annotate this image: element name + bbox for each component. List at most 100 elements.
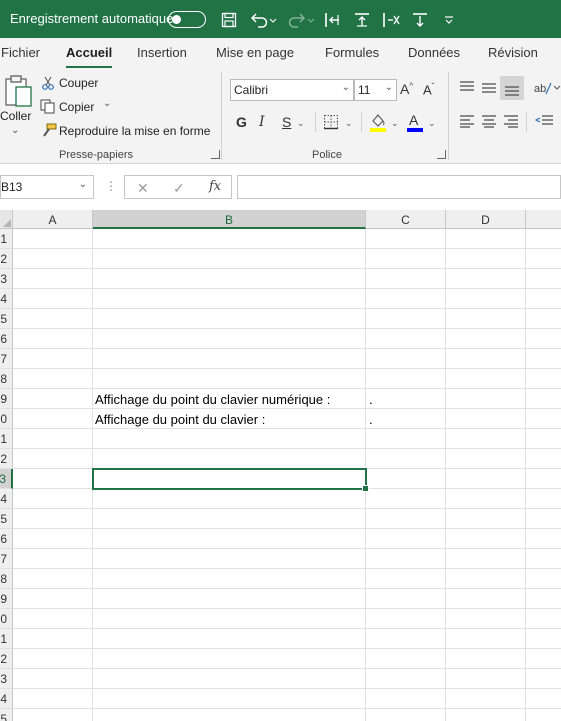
fill-color-icon[interactable] [369,112,387,135]
paste-button[interactable]: Coller [0,109,31,123]
insert-function-icon[interactable]: fx [209,179,221,194]
decrease-indent-icon[interactable] [534,114,553,131]
underline-button[interactable]: S [282,114,291,130]
row-header-label: 1 [0,432,7,446]
tab-fichier[interactable]: Fichier [1,45,40,60]
copy-dropdown-chevron-icon[interactable]: ⌄ [103,98,111,109]
align-left-icon[interactable] [459,114,475,131]
resize-handle-icon[interactable]: ⋮ [105,179,117,193]
cut-button[interactable]: Couper [59,76,98,90]
font-color-icon[interactable]: A [406,112,424,135]
row-header[interactable]: 9 [0,389,13,409]
column-header-c[interactable]: C [366,210,446,229]
undo-icon[interactable] [248,9,278,31]
borders-dropdown-icon[interactable]: ⌄ [345,118,353,129]
fill-color-dropdown-icon[interactable]: ⌄ [391,118,399,129]
tab-insertion[interactable]: Insertion [137,45,187,60]
format-painter-button[interactable]: Reproduire la mise en forme [59,124,210,138]
row-header[interactable]: 4 [0,489,13,509]
cell-c10[interactable]: . [366,409,373,429]
cell-b9[interactable]: Affichage du point du clavier numérique … [92,389,330,409]
svg-text:ab: ab [534,83,546,95]
align-bottom-icon[interactable] [500,76,524,100]
border-left-icon[interactable] [322,9,344,31]
row-header[interactable]: 2 [0,449,13,469]
active-cell-b13[interactable] [92,468,369,492]
row-header[interactable]: 7 [0,349,13,369]
row-header[interactable]: 0 [0,609,13,629]
row-header-label: 8 [0,372,7,386]
copy-button[interactable]: Copier [59,100,94,114]
border-insert-icon[interactable] [351,9,373,31]
row-header[interactable]: 5 [0,309,13,329]
tab-donnees[interactable]: Données [408,45,460,60]
row-header[interactable]: 2 [0,249,13,269]
border-top-icon[interactable] [409,9,431,31]
autosave-toggle[interactable] [168,11,206,28]
clipboard-group-label: Presse-papiers [59,149,133,161]
cancel-icon[interactable]: ✕ [137,180,149,197]
tab-accueil[interactable]: Accueil [66,45,113,69]
row-header-label: 2 [0,252,7,266]
row-header[interactable]: 1 [0,229,13,249]
font-launcher-icon[interactable] [437,150,446,159]
row-header[interactable]: 6 [0,529,13,549]
row-header[interactable]: 4 [0,689,13,709]
customize-quick-access-icon[interactable] [442,9,456,31]
align-center-icon[interactable] [481,114,497,131]
row-header[interactable]: 0 [0,409,13,429]
font-size-value: 11 [358,83,371,97]
shrink-font-icon[interactable]: Aˇ [423,82,434,97]
row-header[interactable]: 3 [0,669,13,689]
save-icon[interactable] [219,9,239,31]
format-painter-icon [41,123,57,141]
formula-input[interactable] [237,175,561,199]
row-header[interactable]: 1 [0,629,13,649]
italic-button[interactable]: I [259,114,265,130]
row-header[interactable]: 9 [0,589,13,609]
underline-dropdown-icon[interactable]: ⌄ [297,118,305,129]
border-delete-icon[interactable] [380,9,402,31]
align-right-icon[interactable] [503,114,519,131]
borders-icon[interactable] [323,114,339,133]
clipboard-launcher-icon[interactable] [211,150,220,159]
font-color-dropdown-icon[interactable]: ⌄ [428,118,436,129]
font-size-select[interactable]: 11 ⌄ [354,79,397,101]
paste-icon[interactable] [3,74,33,108]
column-header-b[interactable]: B [93,210,366,229]
column-header-a[interactable]: A [13,210,93,229]
row-header[interactable]: 2 [0,649,13,669]
title-bar: Enregistrement automatique [0,0,561,38]
cell-c9[interactable]: . [366,389,373,409]
select-all-corner[interactable] [0,210,13,229]
column-header-d[interactable]: D [446,210,526,229]
row-header[interactable]: 1 [0,429,13,449]
redo-icon[interactable] [286,9,316,31]
tab-formules[interactable]: Formules [325,45,379,60]
font-name-select[interactable]: Calibri ⌄ [230,79,354,101]
tab-mise-en-page[interactable]: Mise en page [216,45,294,60]
row-header[interactable]: 8 [0,569,13,589]
row-header[interactable]: 7 [0,549,13,569]
row-header[interactable]: 6 [0,329,13,349]
row-header[interactable]: 5 [0,509,13,529]
align-middle-icon[interactable] [481,80,497,97]
enter-icon[interactable]: ✓ [173,180,185,197]
column-header-e[interactable] [526,210,561,229]
cell-b10[interactable]: Affichage du point du clavier : [92,409,265,429]
row-header[interactable]: 4 [0,289,13,309]
row-header[interactable]: 3 [0,269,13,289]
orientation-icon[interactable]: ab [534,80,561,99]
tab-revision[interactable]: Révision [488,45,538,60]
align-top-icon[interactable] [459,80,475,97]
row-header-label: 7 [0,352,7,366]
row-header-label: 5 [0,712,7,721]
paste-dropdown-chevron-icon[interactable]: ⌄ [11,125,19,136]
row-header[interactable]: 8 [0,369,13,389]
row-header[interactable]: 3 [0,469,13,489]
font-group-label: Police [312,149,342,161]
name-box[interactable]: B13 ⌄ [0,175,94,199]
row-header[interactable]: 5 [0,709,13,721]
grow-font-icon[interactable]: A^ [400,81,413,97]
bold-button[interactable]: G [236,114,247,130]
